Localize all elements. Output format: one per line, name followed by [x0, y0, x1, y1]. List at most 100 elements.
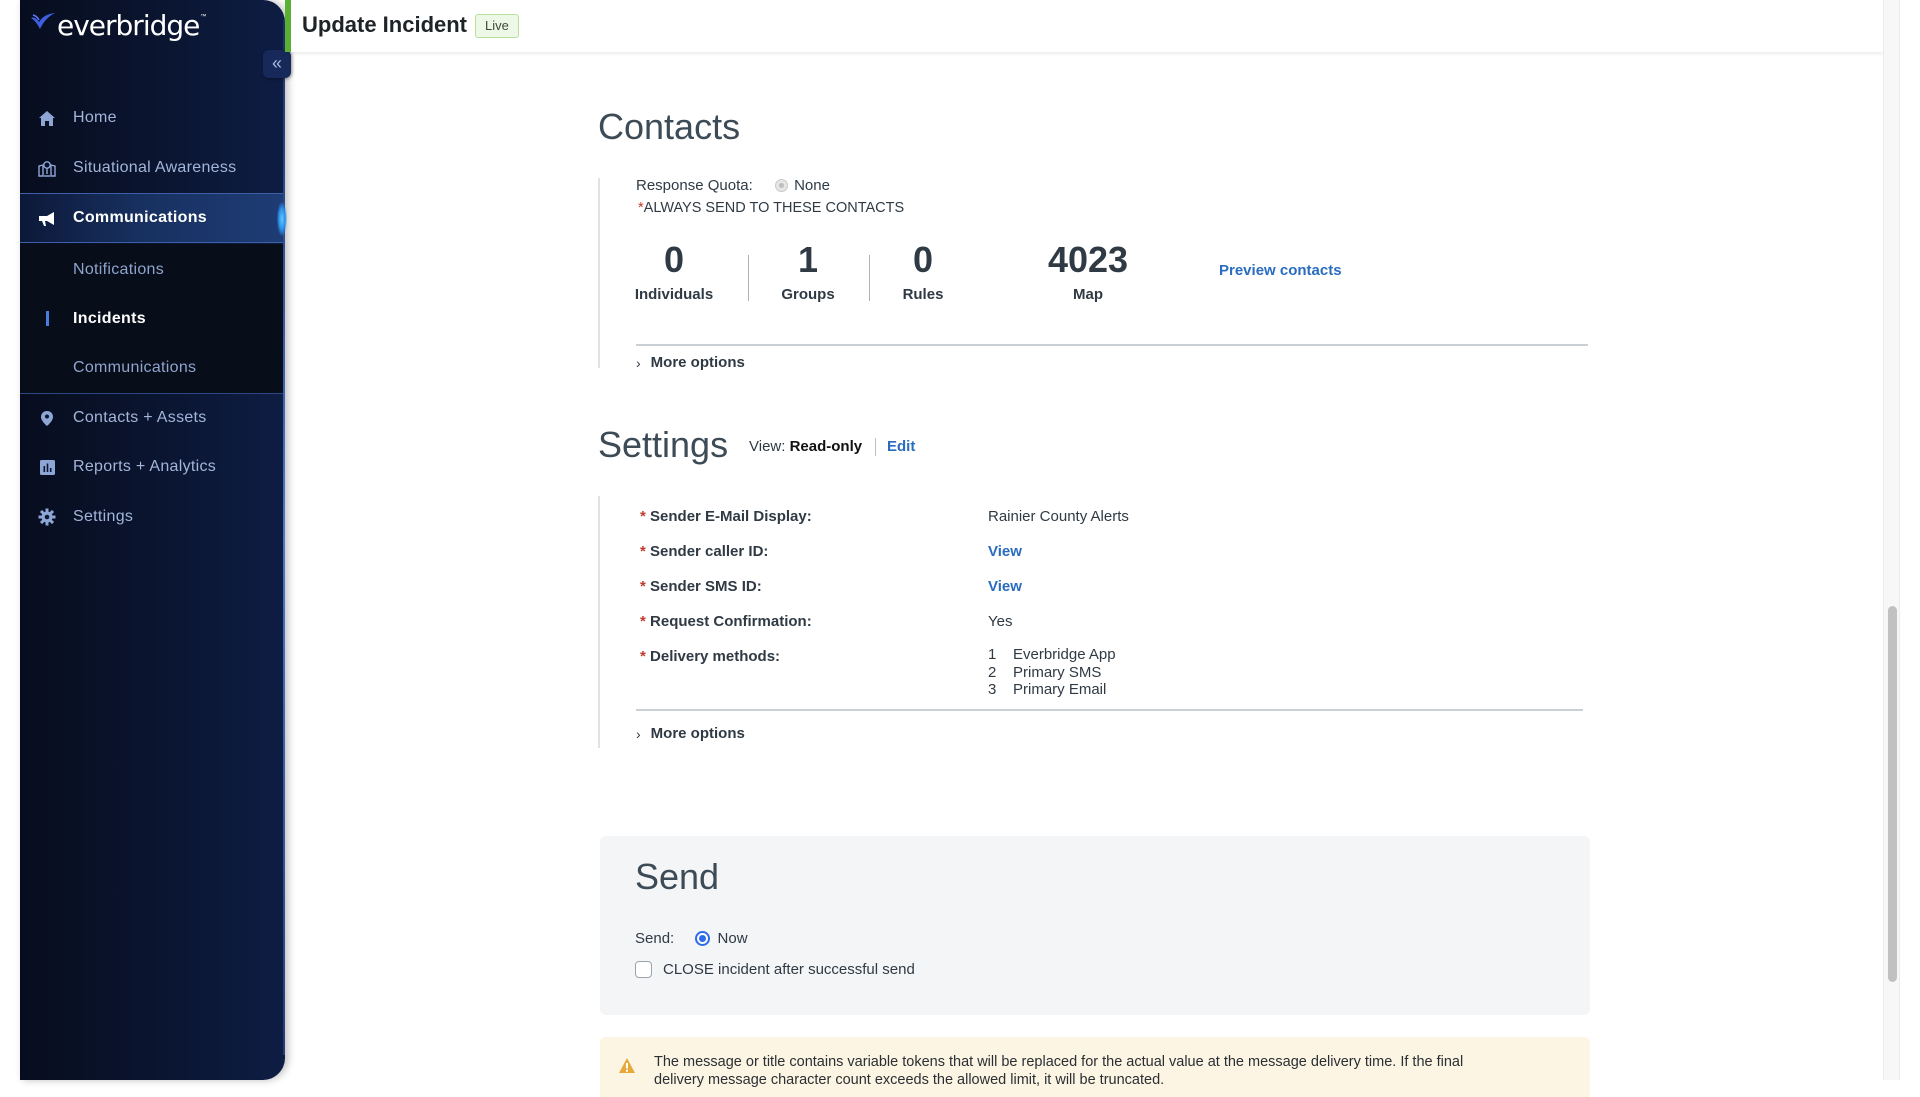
scrollbar-thumb[interactable]: [1888, 606, 1897, 982]
sidebar-item-label: Contacts + Assets: [73, 409, 207, 426]
sidebar-subitem-label: Communications: [73, 359, 197, 376]
home-icon: [37, 108, 57, 128]
sidebar-item-label: Reports + Analytics: [73, 458, 217, 475]
collapse-sidebar-button[interactable]: «: [263, 50, 291, 78]
bar-chart-icon: [37, 457, 57, 477]
sidebar-item-contacts-assets[interactable]: Contacts + Assets: [20, 395, 283, 441]
gear-icon: [37, 507, 57, 527]
view-mode: View: Read-only: [749, 438, 862, 455]
response-quota-row: Response Quota: None: [636, 177, 830, 194]
warning-line: The message or title contains variable t…: [654, 1054, 1464, 1070]
send-now-radio[interactable]: [694, 931, 710, 946]
always-send-label: ALWAYS SEND TO THESE CONTACTS: [643, 200, 905, 216]
logo-text: everbridge: [57, 9, 200, 42]
megaphone-icon: [37, 208, 57, 228]
stat-value: 0: [912, 239, 934, 280]
view-edit-separator: [875, 438, 876, 456]
warning-text: The message or title contains variable t…: [654, 1053, 1554, 1089]
sidebar-subitem-communications[interactable]: Communications: [20, 345, 283, 391]
status-stripe: [285, 0, 291, 52]
close-incident-label: CLOSE incident after successful send: [663, 961, 915, 978]
setting-row-label: * Delivery methods:: [640, 648, 781, 665]
logo-checkmark-icon: [31, 13, 55, 29]
settings-section-title: Settings: [598, 424, 729, 465]
stat-groups: 1 Groups: [768, 239, 848, 304]
send-label: Send:: [635, 930, 675, 947]
map-pin-icon: [37, 158, 57, 178]
always-send-heading: *ALWAYS SEND TO THESE CONTACTS: [638, 200, 904, 216]
response-quota-value: None: [794, 177, 830, 194]
sidebar-item-settings[interactable]: Settings: [20, 494, 283, 540]
stat-value: 0: [663, 239, 685, 280]
sidebar-subitem-incidents[interactable]: Incidents: [20, 296, 283, 342]
communications-submenu: Notifications Incidents Communications: [20, 244, 283, 394]
setting-row-label: * Sender SMS ID:: [640, 578, 762, 595]
chevron-right-icon: ›: [636, 354, 641, 371]
request-confirmation-value: Yes: [988, 613, 1013, 630]
contacts-more-options[interactable]: › More options: [636, 354, 745, 371]
sidebar-item-situational-awareness[interactable]: Situational Awareness: [20, 145, 283, 191]
delivery-method-item: 2 Primary SMS: [988, 663, 1102, 681]
sidebar-item-reports-analytics[interactable]: Reports + Analytics: [20, 444, 283, 490]
stat-map: 4023 Map: [1040, 239, 1136, 304]
warning-triangle-icon: [619, 1058, 635, 1073]
stat-label: Groups: [781, 286, 835, 303]
delivery-method-item: 3 Primary Email: [988, 681, 1107, 698]
chevron-right-icon: ›: [636, 725, 641, 742]
stat-divider: [748, 255, 749, 301]
active-indicator: [277, 202, 287, 236]
sidebar-item-label: Settings: [73, 508, 134, 525]
setting-row-label: * Sender caller ID:: [640, 543, 769, 560]
response-quota-label: Response Quota:: [636, 177, 753, 194]
active-bar: [46, 311, 49, 326]
stat-rules: 0 Rules: [887, 239, 959, 304]
send-section-title: Send: [635, 856, 720, 897]
settings-more-options[interactable]: › More options: [636, 725, 745, 742]
stat-label: Individuals: [634, 286, 714, 303]
contacts-section-border: [598, 178, 600, 368]
view-sender-sms-id-link[interactable]: View: [988, 578, 1022, 595]
warning-line: delivery message character count exceeds…: [654, 1072, 1165, 1088]
delivery-methods-list: 1 Everbridge App 2 Primary SMS 3 Primary Em…: [988, 646, 1116, 699]
settings-divider: [636, 709, 1583, 711]
sidebar-item-home[interactable]: Home: [20, 95, 283, 141]
double-chevron-left-icon: «: [271, 53, 282, 73]
close-incident-checkbox[interactable]: [635, 961, 652, 978]
sidebar-item-label: Communications: [73, 209, 207, 226]
sidebar-edge: [283, 20, 285, 1055]
sidebar-item-communications[interactable]: Communications: [20, 193, 287, 243]
sidebar-subitem-label: Notifications: [73, 261, 165, 278]
page-header: Update Incident Live: [285, 0, 1883, 52]
close-incident-row: CLOSE incident after successful send: [635, 961, 915, 978]
contacts-section-title: Contacts: [598, 106, 741, 147]
response-quota-radio: [775, 179, 789, 192]
sidebar-subitem-notifications[interactable]: Notifications: [20, 247, 283, 293]
send-now-label: Now: [717, 930, 748, 947]
view-mode-label: View:: [749, 438, 786, 455]
page-title: Update Incident: [302, 12, 468, 37]
more-options-label: More options: [650, 725, 745, 742]
view-sender-caller-id-link[interactable]: View: [988, 543, 1022, 560]
stat-individuals: 0 Individuals: [630, 239, 718, 304]
sidebar-item-label: Situational Awareness: [73, 159, 237, 176]
stat-value: 4023: [1047, 239, 1129, 280]
variable-tokens-warning: The message or title contains variable t…: [600, 1037, 1590, 1097]
view-mode-value: Read-only: [789, 438, 863, 455]
status-badge: Live: [475, 14, 519, 38]
edit-settings-link[interactable]: Edit: [887, 438, 915, 455]
stat-label: Map: [1073, 286, 1103, 303]
delivery-method-item: 1 Everbridge App: [988, 646, 1116, 663]
send-timing-row: Send: Now: [635, 930, 748, 947]
stat-value: 1: [797, 239, 819, 280]
preview-contacts-link[interactable]: Preview contacts: [1219, 262, 1342, 279]
sidebar-item-label: Home: [73, 109, 117, 126]
trademark: ™: [200, 14, 207, 20]
stat-label: Rules: [902, 286, 944, 303]
everbridge-logo[interactable]: everbridge ™: [30, 6, 206, 46]
settings-section-border: [598, 496, 600, 748]
sidebar: everbridge ™ « Home Situational Awarenes…: [20, 0, 291, 1080]
sender-email-display-value: Rainier County Alerts: [988, 508, 1129, 525]
contacts-divider: [636, 344, 1588, 346]
send-panel: Send Send: Now CLOSE incident after succ…: [600, 836, 1590, 1015]
setting-row-label: * Request Confirmation:: [640, 613, 812, 630]
